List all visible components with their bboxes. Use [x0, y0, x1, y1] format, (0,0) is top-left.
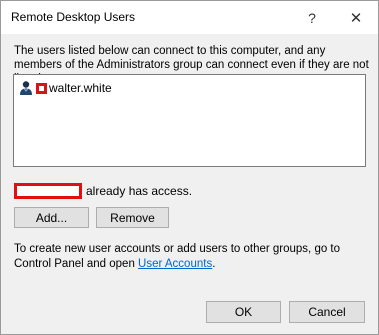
window-title: Remote Desktop Users	[11, 10, 136, 24]
user-icon	[20, 81, 32, 95]
user-accounts-link[interactable]: User Accounts	[138, 258, 212, 270]
footer-text: To create new user accounts or add users…	[14, 242, 369, 272]
list-item[interactable]: walter.white	[18, 79, 112, 97]
add-button[interactable]: Add...	[14, 207, 89, 228]
help-icon[interactable]: ?	[297, 1, 327, 34]
footer-text-after: .	[212, 258, 216, 270]
remote-desktop-users-dialog: Remote Desktop Users ? ✕ The users liste…	[0, 0, 379, 335]
ok-button[interactable]: OK	[206, 301, 281, 323]
user-name: walter.white	[49, 81, 112, 95]
users-listbox[interactable]: walter.white	[13, 74, 366, 167]
redaction-mark	[14, 183, 82, 199]
close-icon[interactable]: ✕	[341, 1, 371, 34]
access-status: already has access.	[14, 183, 192, 199]
access-status-text: already has access.	[86, 184, 193, 198]
cancel-button[interactable]: Cancel	[289, 301, 365, 323]
redaction-mark	[36, 82, 47, 94]
remove-button[interactable]: Remove	[96, 207, 169, 228]
title-bar: Remote Desktop Users ? ✕	[1, 1, 378, 34]
